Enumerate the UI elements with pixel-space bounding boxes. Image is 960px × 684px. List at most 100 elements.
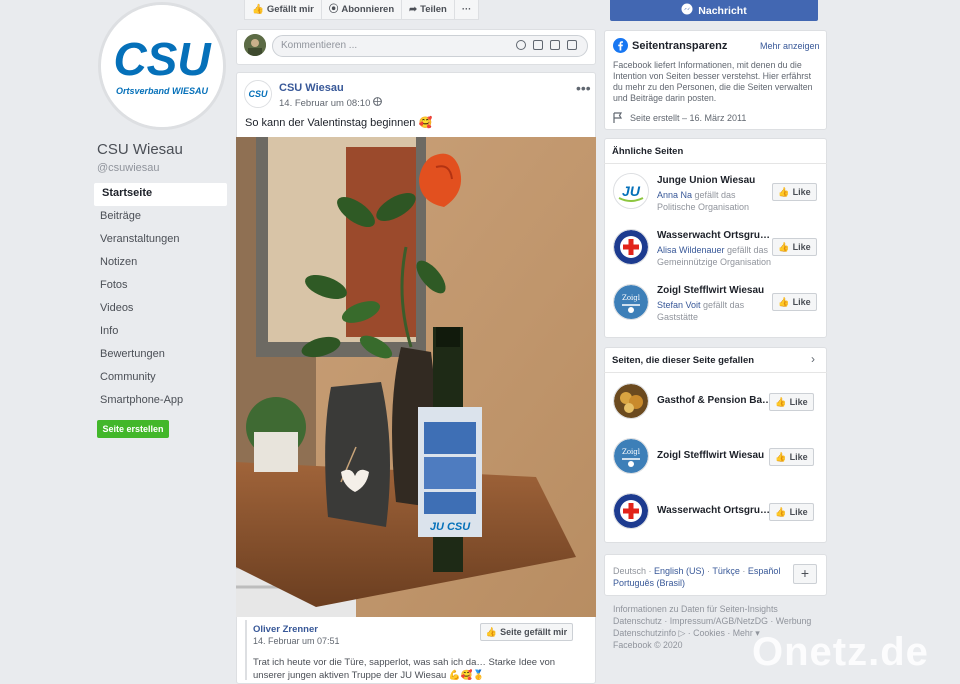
message-label: Nachricht: [698, 4, 747, 17]
thumbs-up-icon: 👍: [778, 186, 790, 197]
nav-item-fotos[interactable]: Fotos: [94, 275, 227, 298]
friend-name[interactable]: Alisa Wildenauer: [657, 245, 725, 255]
camera-icon[interactable]: [533, 40, 543, 50]
similar-page-name[interactable]: Wasserwacht Ortsgrup…: [657, 230, 772, 241]
post-time-text: 14. Februar um 08:10: [279, 97, 371, 109]
like-button[interactable]: 👍 Like: [769, 448, 814, 466]
similar-page-name[interactable]: Zoigl Stefflwirt Wiesau: [657, 285, 772, 296]
similar-page-social: Anna Na gefällt das Politische Organisati…: [657, 189, 772, 213]
footer-insights-link[interactable]: Informationen zu Daten für Seiten-Insigh…: [613, 603, 823, 615]
like-label: Like: [789, 397, 808, 407]
nav-item-notizen[interactable]: Notizen: [94, 252, 227, 275]
page-name[interactable]: CSU Wiesau: [97, 141, 183, 158]
shared-post-divider: [245, 620, 247, 680]
more-options-button[interactable]: ···: [455, 0, 479, 19]
zoigl-logo[interactable]: Zoigl: [613, 438, 649, 474]
language-link[interactable]: English (US): [654, 566, 705, 576]
gif-icon[interactable]: [550, 40, 560, 50]
nav-item-community[interactable]: Community: [94, 367, 227, 390]
post-author-avatar[interactable]: CSU: [244, 80, 272, 108]
wasserwacht-logo[interactable]: [613, 229, 649, 265]
language-link[interactable]: Español: [748, 566, 781, 576]
watermark: Onetz.de: [752, 630, 929, 674]
nav-item-info[interactable]: Info: [94, 321, 227, 344]
page-handle: @csuwiesau: [97, 162, 160, 174]
facebook-icon: [613, 38, 628, 56]
divider: [604, 372, 827, 373]
language-current: Deutsch: [613, 566, 647, 576]
liked-pages-heading[interactable]: Seiten, die dieser Seite gefallen: [612, 355, 754, 366]
similar-page-social: Alisa Wildenauer gefällt das Gemeinnützig…: [657, 244, 772, 268]
thumbs-up-icon: 👍: [778, 241, 790, 252]
chevron-right-icon[interactable]: ›: [811, 352, 815, 366]
like-button[interactable]: 👍 Like: [772, 238, 817, 256]
thumbs-up-icon: 👍: [775, 506, 787, 517]
logo-text: CSU: [113, 33, 212, 85]
like-button[interactable]: 👍 Like: [772, 183, 817, 201]
zoigl-logo[interactable]: Zoigl: [613, 284, 649, 320]
language-link[interactable]: Português (Brasil): [613, 578, 685, 588]
nav-item-bewertungen[interactable]: Bewertungen: [94, 344, 227, 367]
footer-links[interactable]: Datenschutz · Impressum/AGB/NetzDG · Wer…: [613, 615, 823, 627]
comment-placeholder: Kommentieren ...: [281, 40, 358, 51]
liked-label: Gefällt mir: [266, 4, 314, 15]
likes-text: gefällt das: [724, 245, 769, 255]
svg-text:CSU: CSU: [248, 89, 268, 99]
emoji-icon[interactable]: [516, 40, 526, 50]
subscribe-label: Abonnieren: [341, 4, 395, 15]
nav-item-videos[interactable]: Videos: [94, 298, 227, 321]
liked-page-name[interactable]: Gasthof & Pension Ba…: [657, 395, 772, 406]
friend-name[interactable]: Stefan Voit: [657, 300, 701, 310]
like-button[interactable]: 👍 Like: [772, 293, 817, 311]
ju-logo[interactable]: JU: [613, 173, 649, 209]
share-arrow-icon: ➦: [409, 4, 418, 15]
like-label: Like: [792, 187, 811, 197]
nav-item-startseite[interactable]: Startseite: [94, 183, 227, 206]
gasthof-logo[interactable]: [613, 383, 649, 419]
thumbs-up-icon: 👍: [775, 451, 787, 462]
like-button[interactable]: 👍 Like: [769, 393, 814, 411]
page-action-bar: 👍 Gefällt mir ⦿ Abonnieren ➦ Teilen ···: [244, 0, 480, 20]
shared-like-page-button[interactable]: 👍 Seite gefällt mir: [480, 623, 573, 641]
like-label: Like: [789, 452, 808, 462]
similar-page-name[interactable]: Junge Union Wiesau: [657, 175, 772, 186]
create-page-button[interactable]: Seite erstellen: [97, 420, 169, 438]
wasserwacht-logo[interactable]: [613, 493, 649, 529]
nav-item-veranstaltungen[interactable]: Veranstaltungen: [94, 229, 227, 252]
bottle-label: JU CSU: [430, 521, 471, 533]
sticker-icon[interactable]: [567, 40, 577, 50]
subscribe-button[interactable]: ⦿ Abonnieren: [322, 0, 403, 19]
post-options-icon[interactable]: •••: [576, 80, 591, 96]
page-created-date: Seite erstellt – 16. März 2011: [630, 113, 747, 123]
shared-like-label: Seite gefällt mir: [500, 627, 568, 637]
post-timestamp[interactable]: 14. Februar um 08:10: [279, 97, 383, 109]
post-text: So kann der Valentinstag beginnen 🥰: [245, 117, 433, 129]
like-button[interactable]: 👍 Like: [769, 503, 814, 521]
nav-item-beitraege[interactable]: Beiträge: [94, 206, 227, 229]
valentine-photo: JU CSU: [236, 137, 596, 617]
share-button[interactable]: ➦ Teilen: [402, 0, 455, 19]
likes-text: gefällt das: [700, 300, 745, 310]
shared-author-name[interactable]: Oliver Zrenner: [253, 624, 318, 635]
message-button[interactable]: Nachricht: [610, 0, 818, 21]
shared-post-text: Trat ich heute vor die Türe, sapperlot, …: [253, 657, 556, 681]
post-photo[interactable]: JU CSU: [236, 137, 596, 617]
language-links: Deutsch · English (US) · Türkçe · Españo…: [613, 566, 781, 588]
add-language-button[interactable]: +: [793, 564, 817, 584]
shared-timestamp[interactable]: 14. Februar um 07:51: [253, 636, 340, 646]
globe-icon: [373, 97, 383, 109]
transparency-more-link[interactable]: Mehr anzeigen: [760, 41, 820, 51]
nav-item-smartphone-app[interactable]: Smartphone-App: [94, 390, 227, 413]
page-profile-picture[interactable]: CSU Ortsverband WIESAU: [98, 2, 226, 130]
post-author-name[interactable]: CSU Wiesau: [279, 82, 344, 94]
page-nav: Startseite Beiträge Veranstaltungen Noti…: [94, 183, 227, 413]
liked-page-name[interactable]: Zoigl Stefflwirt Wiesau: [657, 450, 772, 461]
svg-text:JU: JU: [622, 183, 641, 199]
friend-name[interactable]: Anna Na: [657, 190, 692, 200]
comment-input[interactable]: Kommentieren ...: [272, 35, 588, 57]
liked-button[interactable]: 👍 Gefällt mir: [245, 0, 322, 19]
like-label: Like: [792, 242, 811, 252]
csu-logo: CSU Ortsverband WIESAU: [101, 5, 223, 127]
language-link[interactable]: Türkçe: [712, 566, 740, 576]
liked-page-name[interactable]: Wasserwacht Ortsgru…: [657, 505, 772, 516]
